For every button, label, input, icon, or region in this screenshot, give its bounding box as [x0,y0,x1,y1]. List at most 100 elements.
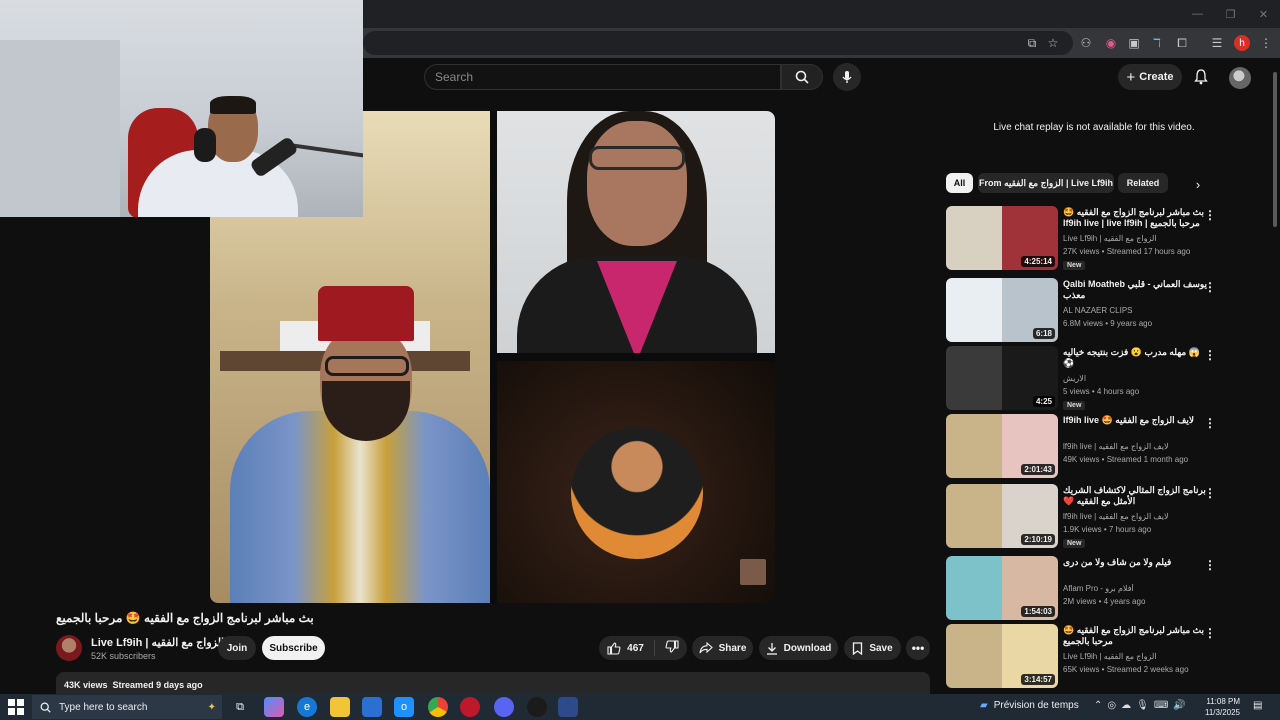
bookmark-star-icon[interactable]: ☆ [1045,35,1061,51]
more-vertical-icon[interactable]: ⋮ [1204,208,1216,222]
recommendation-title[interactable]: برنامج الزواج المثالي لاكتشاف الشريك الأ… [1063,485,1208,509]
install-app-icon[interactable]: ⧉ [1024,35,1040,51]
recommendation-item[interactable]: 4:25:14 بث مباشر لبرنامج الزواج مع الفقيه… [946,206,1236,272]
new-badge: New [1063,539,1086,548]
taskbar-search[interactable]: Type here to search ✦ [32,695,222,719]
recommendation-thumbnail[interactable]: 1:54:03 [946,556,1058,620]
dislike-button[interactable] [665,640,679,656]
more-actions-button[interactable]: ••• [906,636,930,660]
weather-widget[interactable]: ▰ Prévision de temps [980,700,1079,711]
recommendation-channel[interactable]: Live Lf9ih | الزواج مع الفقيه [1063,234,1208,243]
recommendation-title[interactable]: 😱 مهله مدرب 😮 فزت بنتيجه خياليه ⚽ [1063,347,1208,371]
app-blue-icon[interactable] [558,697,578,717]
chrome-icon[interactable] [428,697,448,717]
recommendation-title[interactable]: لايف الزواج مع الفقيه 🤩 lf9ih live [1063,415,1208,439]
download-button[interactable]: Download [759,636,838,660]
tray-chevron-icon[interactable]: ⌃ [1094,700,1102,711]
recommendation-item[interactable]: 2:10:19 برنامج الزواج المثالي لاكتشاف الش… [946,484,1236,550]
reading-list-icon[interactable]: ☰ [1209,35,1225,51]
headset-icon [194,128,216,162]
tray-mic-icon[interactable]: 🎙 [1136,700,1149,711]
browser-menu-icon[interactable]: ⋮ [1258,35,1274,51]
recommendation-title[interactable]: فيلم ولا من شاف ولا من درى [1063,557,1208,581]
search-button[interactable] [781,64,823,90]
chevron-right-icon[interactable]: › [1188,175,1208,193]
more-vertical-icon[interactable]: ⋮ [1204,280,1216,294]
store-icon[interactable] [362,697,382,717]
recommendation-thumbnail[interactable]: 2:01:43 [946,414,1058,478]
recommendation-channel[interactable]: Live Lf9ih | الزواج مع الفقيه [1063,652,1208,661]
restore-button[interactable]: ❐ [1214,0,1247,28]
recommendation-channel[interactable]: الاريش [1063,374,1208,383]
recommendation-item[interactable]: 4:25 😱 مهله مدرب 😮 فزت بنتيجه خياليه ⚽ الا… [946,346,1236,412]
recommendation-item[interactable]: 1:54:03 فيلم ولا من شاف ولا من درى Aflam P… [946,556,1236,622]
recommendation-thumbnail[interactable]: 3:14:57 [946,624,1058,688]
streamed-date: Streamed 9 days ago [112,680,203,690]
scrollbar-thumb[interactable] [1273,72,1277,227]
more-vertical-icon[interactable]: ⋮ [1204,416,1216,430]
notification-center-icon[interactable]: ▤ [1253,700,1262,711]
extension-glasses-icon[interactable]: ⚇ [1078,35,1094,51]
extension-box-icon[interactable]: ▣ [1126,35,1142,51]
copilot-icon[interactable] [264,697,284,717]
chip-related[interactable]: Related [1118,173,1168,193]
share-button[interactable]: Share [692,636,753,660]
recommendation-title[interactable]: Qalbi Moatheb يوسف العماني - قلبي معذب [1063,279,1208,303]
like-count: 467 [627,642,644,654]
more-vertical-icon[interactable]: ⋮ [1204,558,1216,572]
app-dark-icon[interactable] [527,697,547,717]
recommendation-channel[interactable]: lf9ih live | لايف الزواج مع الفقيه [1063,512,1208,521]
extensions-puzzle-icon[interactable]: ⧠ [1174,35,1190,51]
recommendation-channel[interactable]: lf9ih live | لايف الزواج مع الفقيه [1063,442,1208,451]
streamer-hair [210,96,256,114]
recommendation-thumbnail[interactable]: 4:25 [946,346,1058,410]
outlook-icon[interactable]: o [394,697,414,717]
subscribe-button[interactable]: Subscribe [262,636,325,660]
more-vertical-icon[interactable]: ⋮ [1204,626,1216,640]
recommendation-item[interactable]: 2:01:43 لايف الزواج مع الفقيه 🤩 lf9ih liv… [946,414,1236,480]
more-vertical-icon[interactable]: ⋮ [1204,486,1216,500]
description-box[interactable]: 43K views Streamed 9 days ago [56,672,930,694]
guest-profile-picture [571,427,703,559]
windows-start-icon[interactable] [8,699,24,715]
extension-badge-icon[interactable]: ◉ [1103,35,1119,51]
create-button[interactable]: + Create [1118,64,1182,90]
extension-translate-icon[interactable]: ℸ [1149,35,1165,51]
recommendation-title[interactable]: بث مباشر لبرنامج الزواج مع الفقيه 🤩 مرحب… [1063,207,1208,231]
chip-all[interactable]: All [946,173,973,193]
account-avatar[interactable] [1229,67,1251,89]
recommendation-title[interactable]: بث مباشر لبرنامج الزواج مع الفقيه 🤩 مرحب… [1063,625,1208,649]
notifications-bell-icon[interactable] [1191,66,1211,88]
like-divider [653,640,655,656]
channel-name[interactable]: Live Lf9ih | الزواج مع الفقيه [91,636,224,649]
task-view-icon[interactable]: ⧉ [230,697,250,717]
chip-from-channel[interactable]: From الزواج مع الفقيه | Live Lf9ih [978,173,1114,193]
recommendation-channel[interactable]: AL NAZAER CLIPS [1063,306,1208,315]
tray-network-icon[interactable]: ⌨ [1154,700,1168,711]
recommendation-thumbnail[interactable]: 4:25:14 [946,206,1058,270]
recommendation-thumbnail[interactable]: 6:18 [946,278,1058,342]
tray-app-icon[interactable]: ◎ [1107,700,1116,711]
more-vertical-icon[interactable]: ⋮ [1204,348,1216,362]
address-bar[interactable] [363,31,1073,55]
like-button[interactable]: 467 [607,641,644,655]
tray-cloud-icon[interactable]: ☁ [1121,700,1131,711]
file-explorer-icon[interactable] [330,697,350,717]
discord-icon[interactable] [494,697,514,717]
recommendation-item[interactable]: 3:14:57 بث مباشر لبرنامج الزواج مع الفقيه… [946,624,1236,690]
close-window-button[interactable]: ✕ [1247,0,1280,28]
save-button[interactable]: Save [844,636,901,660]
recommendation-item[interactable]: 6:18 Qalbi Moatheb يوسف العماني - قلبي مع… [946,278,1236,344]
minimize-button[interactable]: — [1181,0,1214,28]
recommendation-channel[interactable]: Aflam Pro - أفلام برو [1063,584,1208,593]
voice-search-button[interactable] [833,63,861,91]
channel-avatar[interactable] [56,635,82,661]
profile-avatar-icon[interactable]: h [1234,35,1250,51]
tray-volume-icon[interactable]: 🔊 [1173,700,1185,711]
edge-icon[interactable]: e [297,697,317,717]
taskbar-clock[interactable]: 11:08 PM 11/3/2025 [1200,696,1240,718]
recommendation-thumbnail[interactable]: 2:10:19 [946,484,1058,548]
search-input[interactable]: Search [424,64,781,90]
app-red-icon[interactable] [460,697,480,717]
join-button[interactable]: Join [218,636,256,660]
